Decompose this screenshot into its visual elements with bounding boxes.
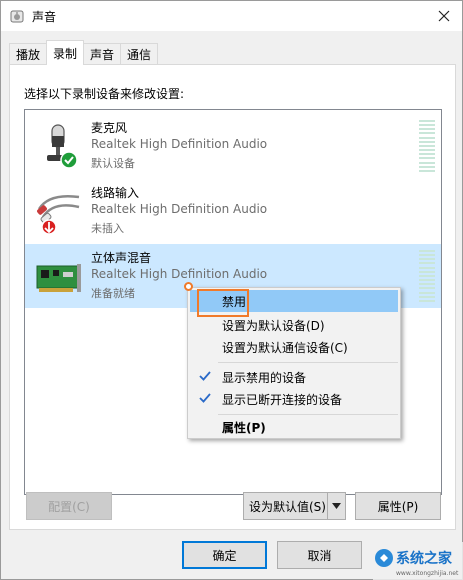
- cursor-marker: [184, 282, 193, 291]
- title-bar: 声音: [1, 1, 462, 31]
- tab-recording[interactable]: 录制: [46, 40, 85, 65]
- set-default-button[interactable]: 设为默认值(S): [243, 492, 346, 520]
- menu-item-properties[interactable]: 属性(P): [190, 416, 398, 438]
- device-status: 准备就绪: [91, 287, 135, 300]
- cancel-button[interactable]: 取消: [277, 541, 362, 569]
- level-meter: [419, 120, 435, 172]
- checkmark-icon: [199, 371, 211, 381]
- menu-item-set-default-comm[interactable]: 设置为默认通信设备(C): [190, 336, 398, 358]
- default-check-icon: [60, 151, 78, 169]
- menu-item-show-disconnected[interactable]: 显示已断开连接的设备: [190, 388, 398, 410]
- chevron-down-icon: [332, 503, 341, 509]
- svg-text:系统之家: 系统之家: [396, 550, 453, 567]
- set-default-dropdown[interactable]: [327, 493, 345, 519]
- device-status: 默认设备: [91, 157, 135, 170]
- sound-card-icon: [36, 264, 81, 292]
- callout-box: [197, 289, 249, 317]
- menu-separator: [218, 362, 398, 363]
- sound-dialog: 声音 播放 录制 声音 通信 选择以下录制设备来修改设置: 麦克风 Realte…: [0, 0, 463, 580]
- close-button[interactable]: [432, 5, 456, 27]
- instruction-text: 选择以下录制设备来修改设置:: [24, 87, 185, 101]
- device-status: 未插入: [91, 222, 124, 235]
- device-name: 麦克风: [91, 121, 128, 135]
- device-name: 线路输入: [91, 186, 140, 200]
- speaker-icon: [10, 10, 24, 23]
- checkmark-icon: [199, 393, 211, 403]
- menu-item-set-default[interactable]: 设置为默认设备(D): [190, 314, 398, 336]
- menu-item-label: 显示禁用的设备: [222, 370, 307, 385]
- device-item-line-in[interactable]: 线路输入 Realtek High Definition Audio 未插入: [25, 179, 441, 243]
- menu-item-show-disabled[interactable]: 显示禁用的设备: [190, 366, 398, 388]
- properties-button[interactable]: 属性(P): [355, 492, 441, 520]
- menu-separator: [218, 414, 398, 415]
- device-name: 立体声混音: [91, 251, 152, 265]
- microphone-icon: [47, 124, 78, 169]
- tab-playback[interactable]: 播放: [9, 43, 48, 65]
- tab-communications[interactable]: 通信: [120, 43, 159, 65]
- level-meter: [419, 250, 435, 302]
- close-icon: [438, 10, 450, 22]
- tab-strip: 播放 录制 声音 通信: [9, 40, 159, 65]
- device-driver: Realtek High Definition Audio: [91, 137, 268, 151]
- set-default-label: 设为默认值(S): [249, 499, 326, 514]
- line-in-jack-icon: [37, 195, 80, 235]
- device-driver: Realtek High Definition Audio: [91, 202, 268, 216]
- menu-item-label: 显示已断开连接的设备: [222, 392, 343, 407]
- device-item-microphone[interactable]: 麦克风 Realtek High Definition Audio 默认设备: [25, 114, 441, 178]
- svg-text:www.xitongzhijia.net: www.xitongzhijia.net: [396, 570, 459, 577]
- device-driver: Realtek High Definition Audio: [91, 267, 268, 281]
- configure-button[interactable]: 配置(C): [26, 492, 112, 520]
- watermark-logo: 系统之家 www.xitongzhijia.net: [373, 542, 463, 580]
- ok-button[interactable]: 确定: [182, 541, 267, 569]
- tab-sounds[interactable]: 声音: [83, 43, 122, 65]
- window-title: 声音: [32, 10, 57, 24]
